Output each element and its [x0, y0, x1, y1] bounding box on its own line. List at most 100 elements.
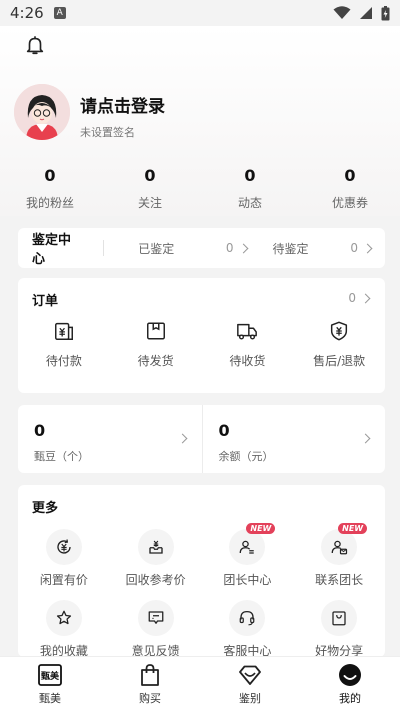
more-title: 更多 [32, 501, 59, 516]
order-pending-receipt[interactable]: 待收货 [202, 320, 294, 369]
appraisal-title: 鉴定中心 [32, 233, 72, 267]
stat-value: 0 [144, 166, 156, 185]
signal-icon [360, 7, 372, 19]
tab-me[interactable]: 我的 [300, 657, 400, 711]
stat-posts[interactable]: 0 动态 [200, 166, 300, 211]
status-bar: 4:26 A [0, 0, 400, 26]
avatar[interactable] [14, 84, 70, 140]
icon-circle [45, 600, 82, 636]
more-item-feedback[interactable]: 意见反馈 [110, 600, 202, 659]
tab-appraise[interactable]: 鉴别 [200, 657, 300, 711]
stat-following[interactable]: 0 关注 [100, 166, 200, 211]
beans-panel[interactable]: 0 甄豆（个） [18, 405, 202, 473]
logo-text: 甄美 [41, 670, 60, 682]
tab-label: 甄美 [39, 692, 61, 705]
stat-label: 动态 [237, 196, 262, 210]
more-item-label: 团长中心 [223, 573, 272, 587]
profile-face-icon [339, 664, 361, 686]
icon-circle [321, 600, 358, 636]
stat-value: 0 [344, 166, 356, 185]
pending-label: 待鉴定 [272, 241, 309, 256]
order-after-sales[interactable]: 售后/退款 [293, 320, 385, 369]
notification-a-icon: A [53, 7, 66, 19]
pending-count: 0 [350, 241, 358, 255]
stat-label: 优惠券 [331, 196, 368, 210]
icon-circle [137, 529, 174, 565]
orders-title: 订单 [32, 294, 59, 309]
beans-label: 甄豆（个） [34, 450, 89, 463]
icon-circle [229, 600, 266, 636]
stat-coupons[interactable]: 0 优惠券 [300, 166, 400, 211]
order-label: 待发货 [137, 354, 174, 368]
order-pending-shipment[interactable]: 待发货 [110, 320, 202, 369]
stat-value: 0 [44, 166, 56, 185]
star-icon [56, 610, 71, 625]
appraised-count: 0 [225, 241, 234, 255]
headset-icon [240, 610, 255, 626]
more-item-leader-center[interactable]: NEW 团长中心 [202, 523, 294, 588]
more-item-share[interactable]: 好物分享 [293, 600, 385, 659]
new-badge: NEW [338, 523, 368, 534]
contact-leader-icon [331, 540, 348, 555]
recycle-tray-icon [148, 540, 163, 554]
more-item-label: 联系团长 [315, 573, 364, 587]
share-bag-icon [332, 611, 346, 626]
tab-label: 鉴别 [239, 692, 261, 705]
more-card: 更多 闲置有价 回收参考价 NEW 团长中心 NEW 联系团长 我的收藏 意见反… [18, 485, 385, 659]
signature-text: 未设置签名 [80, 126, 135, 139]
chevron-right-icon [362, 243, 373, 253]
login-prompt[interactable]: 请点击登录 [80, 92, 165, 117]
tab-label: 我的 [339, 692, 361, 705]
more-item-label: 回收参考价 [125, 573, 186, 587]
tab-home[interactable]: 甄美 甄美 [0, 657, 100, 711]
stats-row: 0 我的粉丝 0 关注 0 动态 0 优惠券 [0, 166, 400, 211]
chevron-right-icon [360, 293, 371, 303]
more-item-customer-service[interactable]: 客服中心 [202, 600, 294, 659]
bottom-tab-bar: 甄美 甄美 购买 鉴别 我的 [0, 656, 400, 711]
bell-icon[interactable] [24, 34, 46, 56]
more-item-label: 闲置有价 [39, 573, 88, 587]
more-item-favorites[interactable]: 我的收藏 [18, 600, 110, 659]
zhenmei-logo-icon: 甄美 [38, 664, 62, 686]
order-label: 待收货 [229, 354, 266, 368]
truck-icon [237, 323, 258, 340]
wifi-icon [333, 6, 351, 19]
shopping-bag-icon [141, 664, 159, 686]
icon-circle [137, 600, 174, 636]
payment-icon [54, 322, 73, 340]
yen-cycle-icon [57, 539, 71, 554]
stat-fans[interactable]: 0 我的粉丝 [0, 166, 100, 211]
balance-value: 0 [218, 421, 230, 440]
new-badge: NEW [246, 523, 276, 534]
tab-buy[interactable]: 购买 [100, 657, 200, 711]
status-time: 4:26 [10, 4, 44, 22]
more-row-1: 闲置有价 回收参考价 NEW 团长中心 NEW 联系团长 [18, 523, 385, 588]
stat-value: 0 [244, 166, 256, 185]
avatar-illustration [14, 84, 70, 140]
orders-row: 待付款 待发货 待收货 售后/退款 [18, 320, 385, 369]
stat-label: 我的粉丝 [25, 196, 74, 210]
pending-link[interactable]: 待鉴定 0 [272, 240, 373, 257]
diamond-icon [239, 665, 261, 685]
orders-card: 订单 0 待付款 待发货 待收货 售后/退款 [18, 278, 385, 393]
more-item-idle-value[interactable]: 闲置有价 [18, 529, 110, 588]
chevron-right-icon [238, 243, 248, 253]
wallet-card: 0 甄豆（个） 0 余额（元） [18, 405, 385, 473]
appraised-link[interactable]: 已鉴定 0 [138, 240, 248, 257]
icon-circle [45, 529, 82, 565]
appraisal-card: 鉴定中心 已鉴定 0 待鉴定 0 [18, 228, 385, 268]
more-item-recycle-price[interactable]: 回收参考价 [110, 529, 202, 588]
appraised-label: 已鉴定 [138, 241, 175, 256]
box-icon [146, 322, 165, 340]
balance-label: 余额（元） [218, 450, 274, 463]
divider [103, 240, 105, 256]
orders-all-link[interactable]: 0 [348, 291, 371, 305]
beans-value: 0 [34, 421, 46, 440]
order-pending-payment[interactable]: 待付款 [18, 320, 110, 369]
more-item-contact-leader[interactable]: NEW 联系团长 [293, 523, 385, 588]
balance-panel[interactable]: 0 余额（元） [201, 405, 386, 473]
battery-icon [381, 5, 390, 20]
order-label: 待付款 [45, 354, 82, 368]
order-label: 售后/退款 [313, 354, 366, 368]
tab-label: 购买 [139, 692, 161, 705]
